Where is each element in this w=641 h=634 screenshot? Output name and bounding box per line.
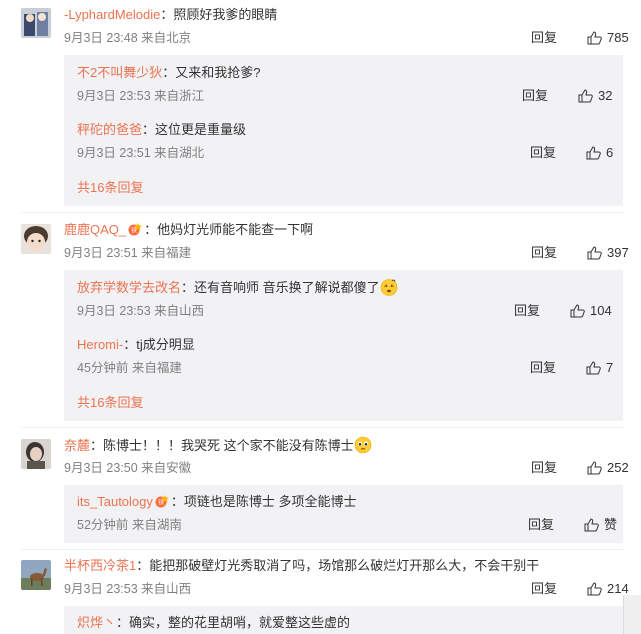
pleading-face-emoji-icon bbox=[354, 436, 371, 454]
comment-location: 来自山西 bbox=[141, 582, 192, 596]
replies-box: 不2不叫舞少狄：又来和我抢爹? 9月3日 23:53 来自浙江 回复 32 秤砣… bbox=[64, 55, 623, 206]
reply-username[interactable]: 秤砣的爸爸 bbox=[77, 122, 142, 137]
like-button[interactable]: 赞 bbox=[584, 516, 617, 534]
reply-username[interactable]: 放弃学数学去改名 bbox=[77, 280, 181, 295]
more-replies-link[interactable]: 共16条回复 bbox=[77, 394, 143, 412]
divider bbox=[21, 427, 623, 428]
reply-button[interactable]: 回复 bbox=[531, 459, 557, 477]
comment-text: ：他妈灯光师能不能查一下啊 bbox=[144, 222, 314, 237]
like-count: 252 bbox=[607, 460, 629, 475]
like-button[interactable]: 252 bbox=[587, 459, 629, 477]
reply-date: 9月3日 23:53 bbox=[77, 89, 151, 103]
reply-date: 9月3日 23:53 bbox=[77, 304, 151, 318]
reply-date: 45分钟前 bbox=[77, 361, 129, 375]
avatar[interactable] bbox=[21, 560, 51, 590]
comment-username[interactable]: -LyphardMelodie bbox=[64, 7, 160, 22]
reply-date: 9月3日 23:51 bbox=[77, 146, 151, 160]
reply-location: 来自湖北 bbox=[154, 146, 205, 160]
like-count: 32 bbox=[598, 88, 613, 103]
reply-location: 来自湖南 bbox=[131, 518, 182, 532]
like-button[interactable]: 32 bbox=[578, 87, 612, 105]
avatar[interactable] bbox=[21, 439, 51, 469]
reply-text: ：项链也是陈博士 多项全能博士 bbox=[170, 494, 357, 509]
reply-text: ：又来和我抢爹? bbox=[162, 65, 261, 80]
thumbs-up-icon bbox=[586, 146, 601, 160]
reply-location: 来自福建 bbox=[131, 361, 182, 375]
comment-date: 9月3日 23:51 bbox=[64, 246, 138, 260]
like-count: 赞 bbox=[604, 517, 618, 532]
like-count: 104 bbox=[590, 303, 612, 318]
like-button[interactable]: 7 bbox=[586, 359, 613, 377]
thumbs-up-icon bbox=[570, 304, 585, 318]
comment-date: 9月3日 23:53 bbox=[64, 582, 138, 596]
thumbs-up-icon bbox=[584, 518, 599, 532]
replies-box: its_Tautology 铁 ：项链也是陈博士 多项全能博士 52分钟前 来自湖南… bbox=[64, 485, 623, 543]
reply-username[interactable]: Heromi- bbox=[77, 337, 123, 352]
thumbs-up-icon bbox=[587, 461, 602, 475]
reply-text: ：还有音响师 音乐换了解说都傻了 bbox=[181, 280, 380, 295]
reply-username[interactable]: 不2不叫舞少狄 bbox=[77, 65, 162, 80]
fan-badge-icon: 铁 bbox=[155, 495, 169, 508]
like-button[interactable]: 6 bbox=[586, 144, 613, 162]
replies-box: 放弃学数学去改名：还有音响师 音乐换了解说都傻了 9月3日 23:53 来自山西… bbox=[64, 270, 623, 421]
reply-button[interactable]: 回复 bbox=[528, 516, 554, 534]
reply-text: ：确实，整的花里胡哨，就爱整这些虚的 bbox=[116, 615, 351, 630]
comment-date: 9月3日 23:50 bbox=[64, 461, 138, 475]
svg-text:铁: 铁 bbox=[158, 499, 164, 507]
comment-username[interactable]: 半杯西冷茶1 bbox=[64, 558, 136, 573]
dizzy-face-emoji-icon bbox=[380, 279, 397, 296]
reply-button[interactable]: 回复 bbox=[514, 302, 540, 320]
reply-location: 来自山西 bbox=[154, 304, 205, 318]
reply-button[interactable]: 回复 bbox=[530, 359, 556, 377]
like-count: 7 bbox=[606, 360, 614, 375]
thumbs-up-icon bbox=[586, 361, 601, 375]
like-button[interactable]: 785 bbox=[587, 29, 629, 47]
svg-text:铁: 铁 bbox=[131, 227, 137, 235]
thumbs-up-icon bbox=[587, 246, 602, 260]
reply-button[interactable]: 回复 bbox=[522, 87, 548, 105]
reply-text: ：tj成分明显 bbox=[123, 337, 195, 352]
reply-location: 来自浙江 bbox=[154, 89, 205, 103]
comment-text: ：能把那破壁灯光秀取消了吗，场馆那么破烂灯开那么大，不会干别干 bbox=[136, 558, 540, 573]
reply-date: 52分钟前 bbox=[77, 518, 129, 532]
comment-location: 来自北京 bbox=[141, 31, 192, 45]
reply-button[interactable]: 回复 bbox=[531, 580, 557, 598]
avatar[interactable] bbox=[21, 224, 51, 254]
avatar[interactable] bbox=[21, 8, 51, 38]
scrollbar[interactable] bbox=[623, 595, 641, 634]
divider bbox=[21, 549, 623, 550]
more-replies-link[interactable]: 共16条回复 bbox=[77, 179, 143, 197]
thumbs-up-icon bbox=[587, 582, 602, 596]
comment-username[interactable]: 鹿鹿QAQ_ bbox=[64, 222, 126, 237]
replies-box: 炽烨丶：确实，整的花里胡哨，就爱整这些虚的 bbox=[64, 606, 623, 634]
reply-button[interactable]: 回复 bbox=[530, 144, 556, 162]
comment-text: ：照顾好我爹的眼睛 bbox=[160, 7, 278, 22]
like-count: 785 bbox=[607, 30, 629, 45]
divider bbox=[21, 212, 623, 213]
reply-button[interactable]: 回复 bbox=[531, 244, 557, 262]
comment-location: 来自福建 bbox=[141, 246, 192, 260]
like-count: 397 bbox=[607, 245, 629, 260]
fan-badge-icon: 铁 bbox=[128, 223, 142, 236]
reply-text: ：这位更是重量级 bbox=[142, 122, 247, 137]
like-button[interactable]: 104 bbox=[570, 302, 612, 320]
comment-username[interactable]: 奈麓 bbox=[64, 438, 90, 453]
like-button[interactable]: 397 bbox=[587, 244, 629, 262]
like-count: 6 bbox=[606, 145, 614, 160]
thumbs-up-icon bbox=[587, 31, 602, 45]
reply-username[interactable]: 炽烨丶 bbox=[77, 615, 116, 630]
reply-username[interactable]: its_Tautology bbox=[77, 494, 153, 509]
reply-button[interactable]: 回复 bbox=[531, 29, 557, 47]
comment-location: 来自安徽 bbox=[141, 461, 192, 475]
comment-text: ：陈博士！！！我哭死 这个家不能没有陈博士 bbox=[90, 438, 354, 453]
comment-date: 9月3日 23:48 bbox=[64, 31, 138, 45]
thumbs-up-icon bbox=[578, 89, 593, 103]
